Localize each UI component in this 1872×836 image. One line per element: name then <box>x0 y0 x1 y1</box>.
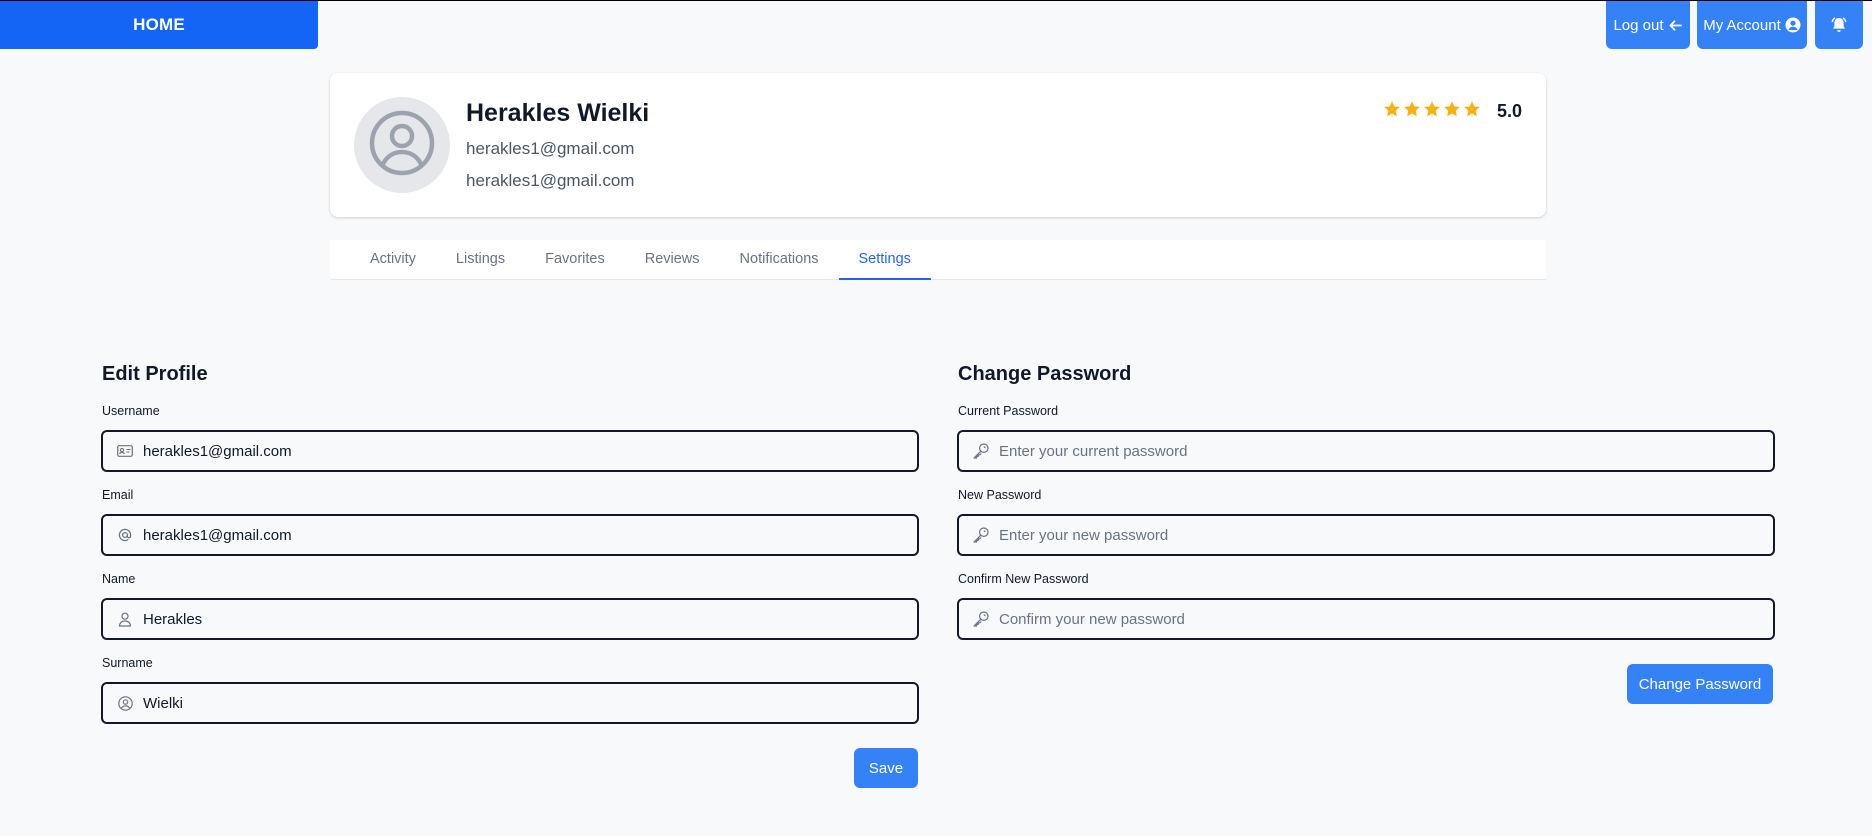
rating-stars <box>1383 100 1481 123</box>
user-icon <box>115 612 135 627</box>
confirm-password-input[interactable] <box>999 600 1773 638</box>
profile-username: herakles1@gmail.com <box>466 171 635 190</box>
surname-label: Surname <box>102 656 153 670</box>
my-account-label: My Account <box>1703 16 1781 34</box>
user-circle-icon <box>1785 17 1801 33</box>
tab-settings[interactable]: Settings <box>838 240 931 280</box>
avatar <box>354 97 450 193</box>
save-button[interactable]: Save <box>854 748 918 788</box>
current-password-field[interactable] <box>957 430 1775 472</box>
username-field[interactable] <box>101 430 919 472</box>
confirm-password-field[interactable] <box>957 598 1775 640</box>
star-icon <box>1403 100 1421 123</box>
confirm-password-label: Confirm New Password <box>958 572 1089 586</box>
logout-button[interactable]: Log out <box>1606 1 1690 49</box>
profile-name: Herakles Wielki <box>466 99 650 127</box>
id-card-icon <box>115 445 135 457</box>
new-password-label: New Password <box>958 488 1042 502</box>
logout-label: Log out <box>1613 16 1664 34</box>
tab-reviews[interactable]: Reviews <box>625 240 720 280</box>
rating: 5.0 <box>1383 100 1522 123</box>
rating-value: 5.0 <box>1496 101 1522 121</box>
profile-email: herakles1@gmail.com <box>466 139 635 158</box>
profile-card: Herakles Wielki herakles1@gmail.com hera… <box>330 73 1546 217</box>
key-icon <box>971 610 991 628</box>
star-icon <box>1383 100 1401 123</box>
key-icon <box>971 442 991 460</box>
username-label: Username <box>102 404 160 418</box>
email-input[interactable] <box>143 516 917 554</box>
new-password-input[interactable] <box>999 516 1773 554</box>
tab-favorites[interactable]: Favorites <box>525 240 625 280</box>
key-icon <box>971 526 991 544</box>
email-field[interactable] <box>101 514 919 556</box>
my-account-button[interactable]: My Account <box>1697 1 1807 49</box>
current-password-input[interactable] <box>999 432 1773 470</box>
email-label: Email <box>102 488 134 502</box>
edit-profile-title: Edit Profile <box>102 363 208 385</box>
new-password-field[interactable] <box>957 514 1775 556</box>
user-avatar-icon <box>369 110 435 181</box>
star-icon <box>1443 100 1461 123</box>
tab-activity[interactable]: Activity <box>350 240 436 280</box>
name-input[interactable] <box>143 600 917 638</box>
star-icon <box>1423 100 1441 123</box>
user-circle-icon <box>115 695 135 711</box>
home-button[interactable]: HOME <box>0 1 318 49</box>
tab-listings[interactable]: Listings <box>436 240 525 280</box>
arrow-left-icon <box>1668 18 1683 33</box>
change-password-button[interactable]: Change Password <box>1627 664 1773 704</box>
change-password-title: Change Password <box>958 363 1132 385</box>
current-password-label: Current Password <box>958 404 1059 418</box>
surname-field[interactable] <box>101 682 919 724</box>
bell-icon <box>1830 16 1848 34</box>
surname-input[interactable] <box>143 684 917 722</box>
name-field[interactable] <box>101 598 919 640</box>
at-sign-icon <box>115 528 135 542</box>
notifications-button[interactable] <box>1815 1 1863 49</box>
username-input[interactable] <box>143 432 917 470</box>
star-icon <box>1463 100 1481 123</box>
profile-tabs: Activity Listings Favorites Reviews Notifica… <box>330 240 1546 280</box>
tab-notifications[interactable]: Notifications <box>720 240 839 280</box>
name-label: Name <box>102 572 136 586</box>
home-label: HOME <box>133 15 185 34</box>
